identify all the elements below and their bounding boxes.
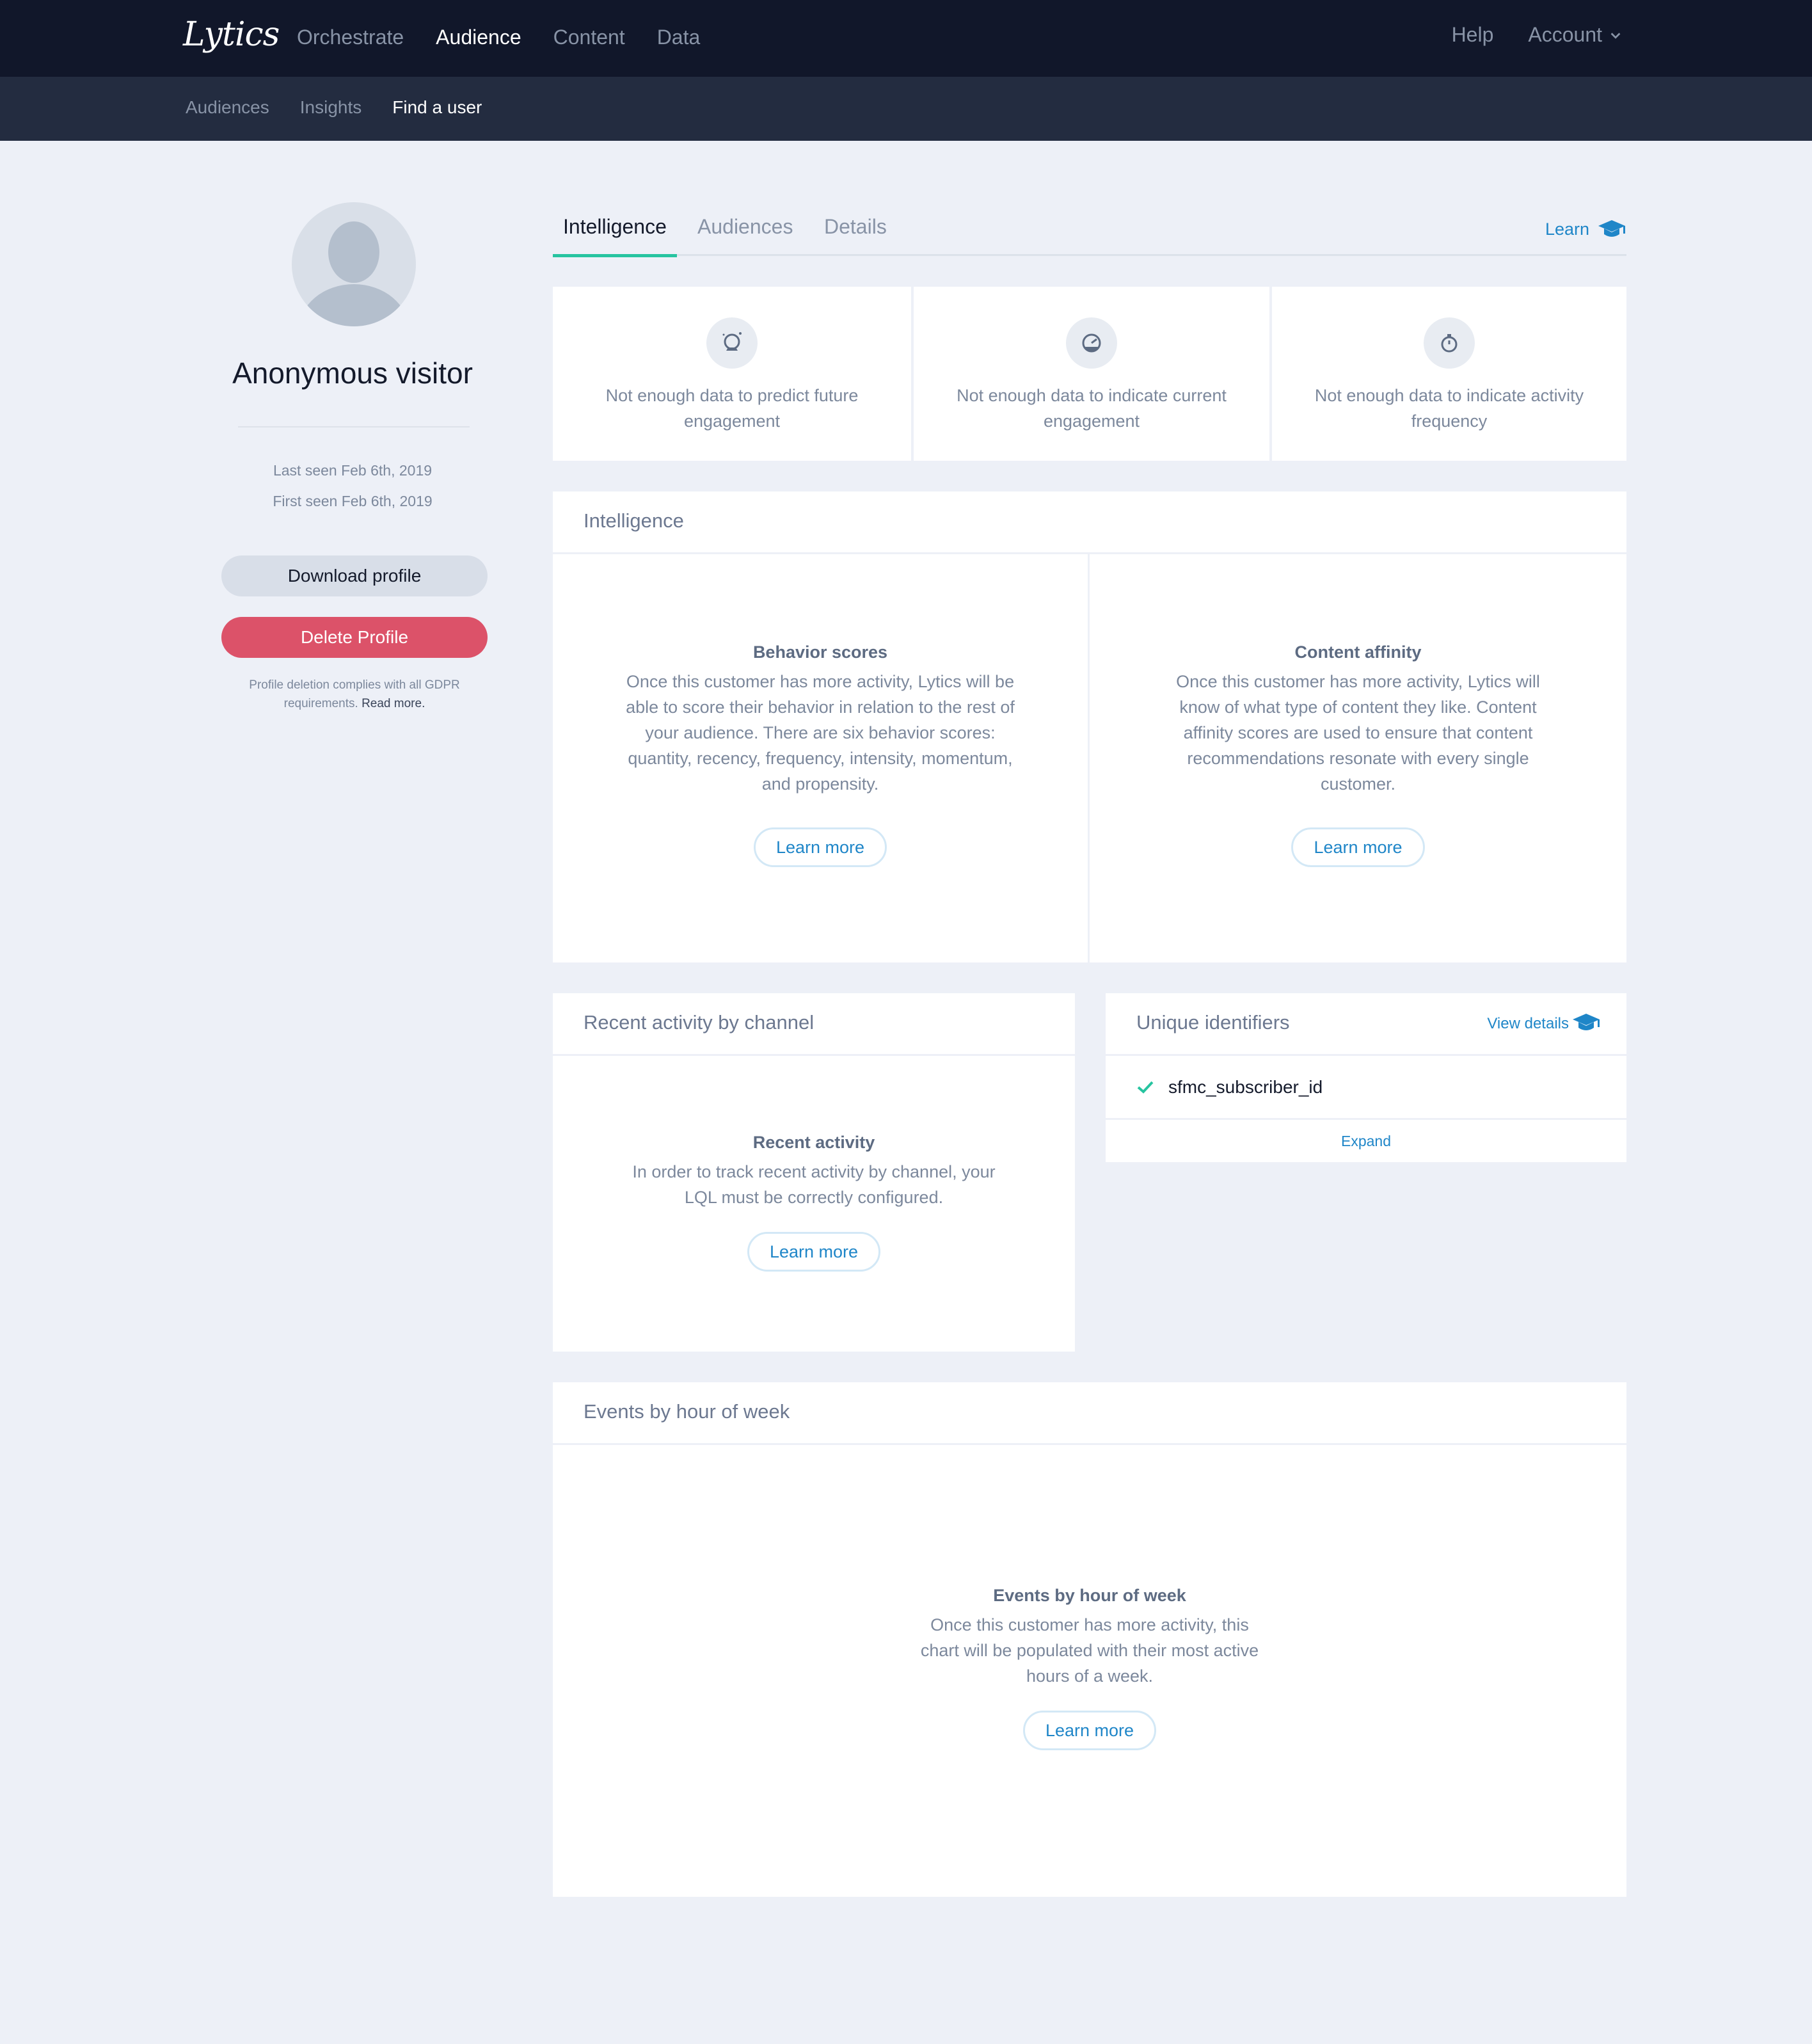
events-learn-more-button[interactable]: Learn more — [1022, 1711, 1157, 1750]
recent-activity-block: Recent activity In order to track recent… — [553, 1133, 1075, 1272]
nav-account-label: Account — [1528, 23, 1602, 46]
stat-current-engagement: Not enough data to indicate current enga… — [914, 287, 1269, 461]
top-navigation: Lytics Orchestrate Audience Content Data… — [0, 0, 1812, 77]
stat-current-text: Not enough data to indicate current enga… — [957, 386, 1227, 431]
behavior-scores-title: Behavior scores — [752, 643, 888, 662]
gdpr-text: Profile deletion complies with all GDPR … — [249, 678, 460, 710]
stopwatch-icon — [1424, 317, 1475, 369]
sub-navigation: Audiences Insights Find a user — [0, 77, 1812, 141]
recent-activity-learn-more-button[interactable]: Learn more — [747, 1232, 881, 1272]
profile-tabs: Intelligence Audiences Details Learn — [553, 214, 1626, 257]
behavior-scores-body: Once this customer has more activity, Ly… — [626, 672, 1015, 794]
events-title: Events by hour of week — [993, 1586, 1186, 1605]
gauge-icon — [1066, 317, 1117, 369]
identifier-value: sfmc_subscriber_id — [1168, 1076, 1323, 1097]
crystal-ball-icon — [706, 317, 758, 369]
divider — [238, 426, 470, 427]
profile-name: Anonymous visitor — [232, 356, 473, 390]
delete-profile-button[interactable]: Delete Profile — [221, 617, 488, 658]
subnav-insights[interactable]: Insights — [300, 97, 362, 118]
check-icon — [1137, 1081, 1154, 1094]
recent-activity-body: In order to track recent activity by cha… — [632, 1162, 996, 1207]
recent-activity-header: Recent activity by channel — [553, 993, 1075, 1056]
stat-frequency-text: Not enough data to indicate activity fre… — [1314, 386, 1584, 431]
content-affinity-body: Once this customer has more activity, Ly… — [1176, 672, 1540, 794]
nav-content[interactable]: Content — [553, 26, 625, 49]
content-affinity-title: Content affinity — [1294, 643, 1422, 662]
nav-audience[interactable]: Audience — [436, 26, 521, 49]
intelligence-card: Intelligence Behavior scores Once this c… — [553, 491, 1626, 962]
stat-future-text: Not enough data to predict future engage… — [605, 386, 859, 431]
behavior-learn-more-button[interactable]: Learn more — [753, 827, 887, 867]
view-details-link[interactable]: View details — [1487, 1015, 1569, 1033]
tab-intelligence[interactable]: Intelligence — [553, 215, 677, 257]
tab-details[interactable]: Details — [814, 215, 897, 254]
subnav-find-a-user[interactable]: Find a user — [392, 97, 482, 118]
nav-orchestrate[interactable]: Orchestrate — [297, 26, 404, 49]
events-card: Events by hour of week Events by hour of… — [553, 1382, 1626, 1897]
gdpr-note: Profile deletion complies with all GDPR … — [221, 676, 488, 713]
last-seen: Last seen Feb 6th, 2019 — [273, 462, 433, 479]
recent-activity-title: Recent activity — [752, 1133, 875, 1152]
events-block: Events by hour of week Once this custome… — [553, 1586, 1626, 1750]
nav-account[interactable]: Account — [1528, 23, 1623, 47]
nav-data[interactable]: Data — [657, 26, 701, 49]
person-icon — [299, 221, 409, 326]
content-affinity-block: Content affinity Once this customer has … — [1090, 643, 1626, 867]
main-nav: Orchestrate Audience Content Data — [297, 26, 732, 49]
first-seen: First seen Feb 6th, 2019 — [273, 493, 433, 509]
download-profile-button[interactable]: Download profile — [221, 555, 488, 596]
behavior-scores-block: Behavior scores Once this customer has m… — [553, 643, 1088, 867]
recent-activity-card: Recent activity by channel Recent activi… — [553, 993, 1075, 1352]
expand-button[interactable]: Expand — [1106, 1121, 1626, 1162]
events-body: Once this customer has more activity, th… — [920, 1615, 1259, 1686]
chevron-down-icon — [1610, 32, 1621, 39]
learn-link[interactable]: Learn — [1545, 219, 1626, 239]
stat-future-engagement: Not enough data to predict future engage… — [553, 287, 911, 461]
identifier-row: sfmc_subscriber_id — [1106, 1056, 1626, 1120]
graduation-cap-icon — [1598, 220, 1625, 237]
affinity-learn-more-button[interactable]: Learn more — [1291, 827, 1425, 867]
graduation-cap-icon[interactable] — [1571, 1012, 1601, 1033]
stat-activity-frequency: Not enough data to indicate activity fre… — [1272, 287, 1626, 461]
avatar — [292, 202, 416, 326]
gdpr-read-more-link[interactable]: Read more. — [362, 697, 425, 710]
nav-help[interactable]: Help — [1452, 23, 1494, 47]
subnav-audiences[interactable]: Audiences — [186, 97, 269, 118]
intelligence-header: Intelligence — [553, 491, 1626, 554]
unique-identifiers-card: Unique identifiers View details sfmc_sub… — [1106, 993, 1626, 1162]
events-header: Events by hour of week — [553, 1382, 1626, 1445]
right-nav: Help Account — [1417, 23, 1623, 47]
tab-audiences[interactable]: Audiences — [687, 215, 803, 254]
learn-label: Learn — [1545, 219, 1589, 239]
lytics-logo[interactable]: Lytics — [183, 15, 280, 54]
